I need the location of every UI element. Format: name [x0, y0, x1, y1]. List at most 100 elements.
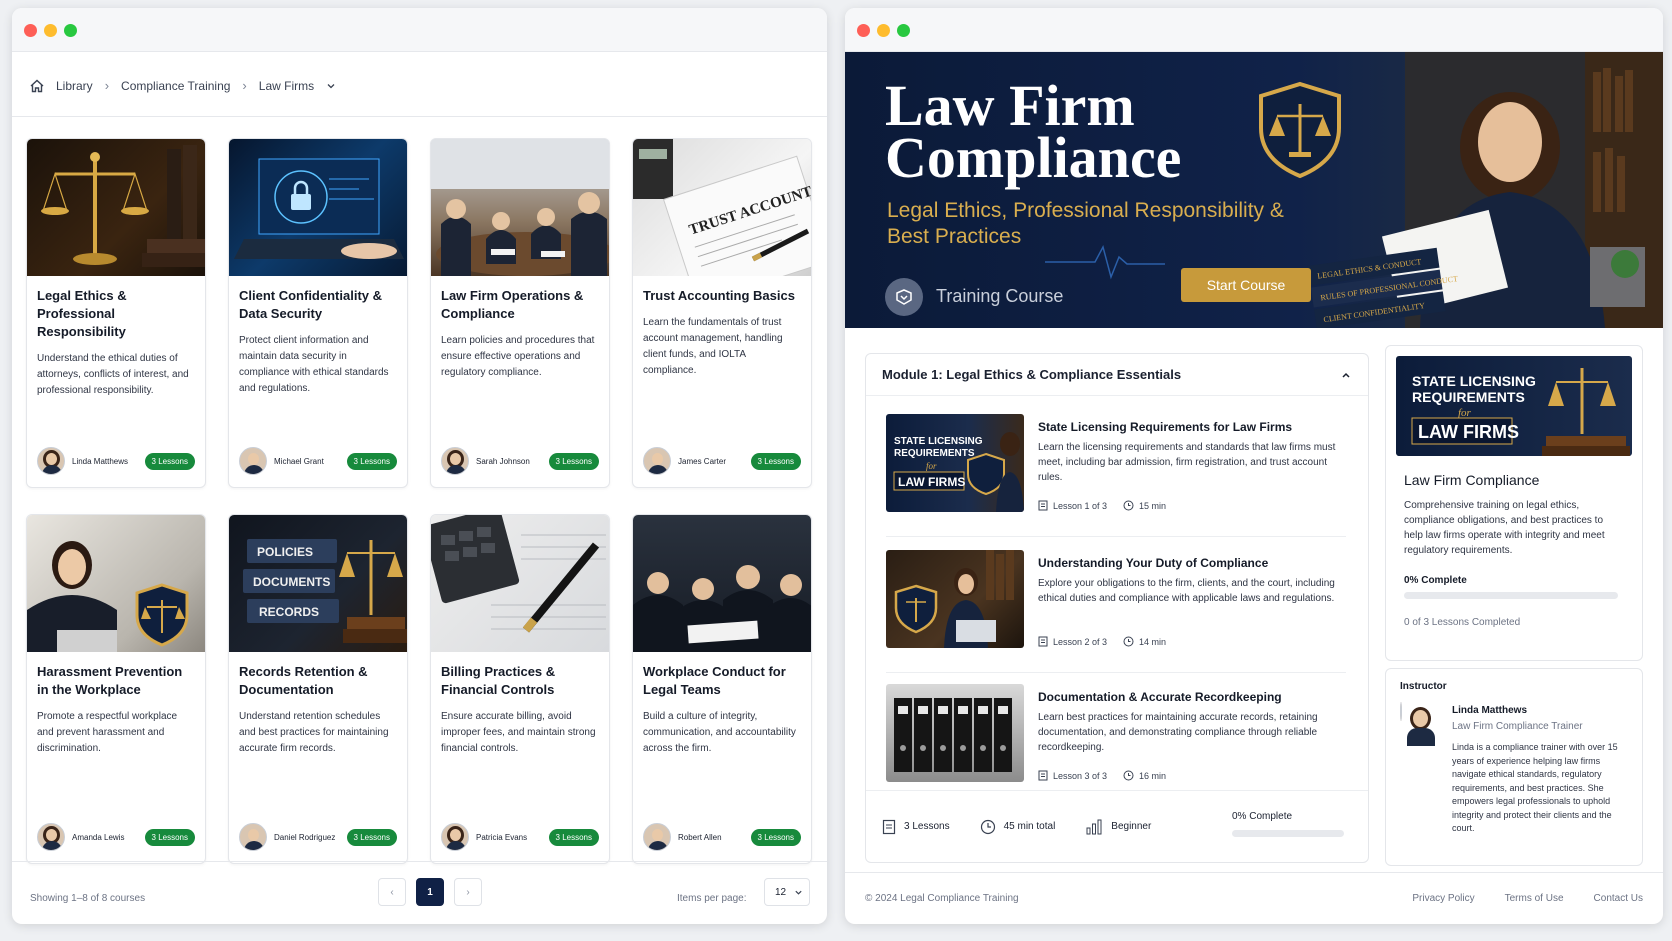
clock-icon	[1123, 500, 1134, 511]
lesson-index: Lesson 2 of 3	[1053, 636, 1108, 647]
lesson-item[interactable]: STATE LICENSING REQUIREMENTS for LAW FIR…	[886, 414, 1346, 524]
close-window-button[interactable]	[24, 24, 37, 37]
instructor-role: Law Firm Compliance Trainer	[1452, 721, 1583, 732]
terms-of-use-link[interactable]: Terms of Use	[1505, 893, 1564, 904]
course-card[interactable]: POLICIES DOCUMENTS RECORDS Records Reten…	[228, 514, 408, 864]
author-name: Daniel Rodriguez	[274, 832, 336, 842]
stat-total-time: 45 min total	[1003, 821, 1056, 832]
course-card[interactable]: Billing Practices & Financial Controls E…	[430, 514, 610, 864]
course-type-label: Training Course	[936, 286, 1064, 306]
document-icon	[1038, 770, 1048, 781]
level-icon	[1086, 819, 1102, 834]
course-description: Protect client information and maintain …	[239, 335, 389, 394]
avatar	[441, 823, 469, 851]
course-summary-card: STATE LICENSING REQUIREMENTS for LAW FIR…	[1385, 345, 1643, 661]
chevron-down-icon[interactable]	[326, 81, 336, 91]
thumb-text: REQUIREMENTS	[894, 448, 975, 459]
course-title: Records Retention & Documentation	[239, 664, 368, 697]
maximize-window-button[interactable]	[64, 24, 77, 37]
course-thumbnail	[27, 515, 205, 652]
records-label: DOCUMENTS	[253, 575, 330, 589]
course-title: Client Confidentiality & Data Security	[239, 288, 382, 321]
course-card[interactable]: Legal Ethics & Professional Responsibili…	[26, 138, 206, 488]
course-summary-title: Law Firm Compliance	[1404, 472, 1540, 488]
course-thumbnail	[633, 515, 811, 652]
course-title: Trust Accounting Basics	[643, 288, 795, 303]
divider	[886, 672, 1346, 673]
trust-account-document-icon: TRUST ACCOUNT	[633, 139, 811, 276]
lesson-index: Lesson 1 of 3	[1053, 500, 1108, 511]
card-footer: Sarah Johnson 3 Lessons	[441, 447, 599, 475]
card-footer: Linda Matthews 3 Lessons	[37, 447, 195, 475]
lesson-duration: 16 min	[1139, 770, 1167, 781]
course-card[interactable]: Client Confidentiality & Data Security P…	[228, 138, 408, 488]
card-footer: James Carter 3 Lessons	[643, 447, 801, 475]
author-name: Michael Grant	[274, 456, 324, 466]
close-window-button[interactable]	[857, 24, 870, 37]
minimize-window-button[interactable]	[877, 24, 890, 37]
lessons-completed: 0 of 3 Lessons Completed	[1404, 617, 1521, 628]
course-thumbnail: POLICIES DOCUMENTS RECORDS	[229, 515, 407, 652]
records-label: POLICIES	[257, 545, 313, 559]
course-card[interactable]: Workplace Conduct for Legal Teams Build …	[632, 514, 812, 864]
lesson-item[interactable]: Documentation & Accurate Recordkeeping L…	[886, 684, 1346, 794]
lessons-badge: 3 Lessons	[346, 452, 397, 470]
items-per-page-label: Items per page:	[677, 893, 747, 904]
module-title: Module 1: Legal Ethics & Compliance Esse…	[882, 367, 1182, 382]
calculator-pen-icon	[431, 515, 606, 633]
course-card[interactable]: Law Firm Operations & Compliance Learn p…	[430, 138, 610, 488]
author-name: Robert Allen	[678, 832, 722, 842]
course-title: Workplace Conduct for Legal Teams	[643, 664, 786, 697]
instructor-heading: Instructor	[1400, 681, 1447, 692]
divider	[12, 861, 827, 862]
course-title: Legal Ethics & Professional Responsibili…	[37, 288, 127, 339]
home-icon[interactable]	[30, 79, 44, 93]
next-page-button[interactable]: ›	[454, 878, 482, 906]
contact-us-link[interactable]: Contact Us	[1594, 893, 1643, 904]
window-titlebar	[12, 8, 827, 52]
course-title: Law Firm Operations & Compliance	[441, 288, 584, 321]
module-progress-label: 0% Complete	[1232, 811, 1293, 822]
privacy-policy-link[interactable]: Privacy Policy	[1412, 893, 1474, 904]
course-title: Harassment Prevention in the Workplace	[37, 664, 183, 697]
course-card[interactable]: Harassment Prevention in the Workplace P…	[26, 514, 206, 864]
footer-links: Privacy Policy Terms of Use Contact Us	[1412, 893, 1643, 904]
chevron-up-icon[interactable]	[1340, 369, 1352, 381]
instructor-name: Linda Matthews	[1452, 705, 1528, 716]
thumb-text: for	[926, 461, 937, 471]
lesson-description: Learn best practices for maintaining acc…	[1038, 712, 1318, 753]
meeting-icon	[431, 139, 609, 276]
breadcrumb-library[interactable]: Library	[56, 79, 93, 93]
breadcrumb-compliance-training[interactable]: Compliance Training	[121, 79, 230, 93]
lesson-title: Understanding Your Duty of Compliance	[1038, 556, 1269, 570]
lesson-item[interactable]: Understanding Your Duty of Compliance Ex…	[886, 550, 1346, 660]
course-hero: LEGAL ETHICS & CONDUCT RULES OF PROFESSI…	[845, 52, 1663, 328]
avatar	[643, 823, 671, 851]
chevron-right-icon: ›	[104, 78, 110, 93]
module-header[interactable]: Module 1: Legal Ethics & Compliance Esse…	[866, 354, 1368, 396]
course-thumbnail	[431, 515, 609, 652]
card-footer: Michael Grant 3 Lessons	[239, 447, 397, 475]
course-card[interactable]: TRUST ACCOUNT Trust Accounting Basics Le…	[632, 138, 812, 488]
course-description: Learn the fundamentals of trust account …	[643, 317, 783, 376]
avatar	[37, 447, 65, 475]
prev-page-button[interactable]: ‹	[378, 878, 406, 906]
page-button[interactable]: 1	[416, 878, 444, 906]
items-per-page-select[interactable]: 12	[764, 878, 810, 906]
course-description: Promote a respectful workplace and preve…	[37, 711, 178, 754]
lessons-badge: 3 Lessons	[750, 452, 801, 470]
avatar	[37, 823, 65, 851]
minimize-window-button[interactable]	[44, 24, 57, 37]
hero-subtitle: Legal Ethics, Professional Responsibilit…	[887, 199, 1284, 248]
course-summary-thumbnail: STATE LICENSING REQUIREMENTS for LAW FIR…	[1396, 356, 1632, 456]
lessons-badge: 3 Lessons	[548, 452, 599, 470]
course-thumbnail	[431, 139, 609, 276]
course-description: Build a culture of integrity, communicat…	[643, 711, 796, 754]
breadcrumb-law-firms[interactable]: Law Firms	[259, 79, 314, 93]
maximize-window-button[interactable]	[897, 24, 910, 37]
course-thumbnail	[27, 139, 205, 276]
course-thumbnail: TRUST ACCOUNT	[633, 139, 811, 276]
lesson-meta: Lesson 1 of 3 15 min	[1038, 500, 1166, 511]
lesson-meta: Lesson 3 of 3 16 min	[1038, 770, 1166, 781]
start-course-button[interactable]: Start Course	[1181, 268, 1311, 302]
